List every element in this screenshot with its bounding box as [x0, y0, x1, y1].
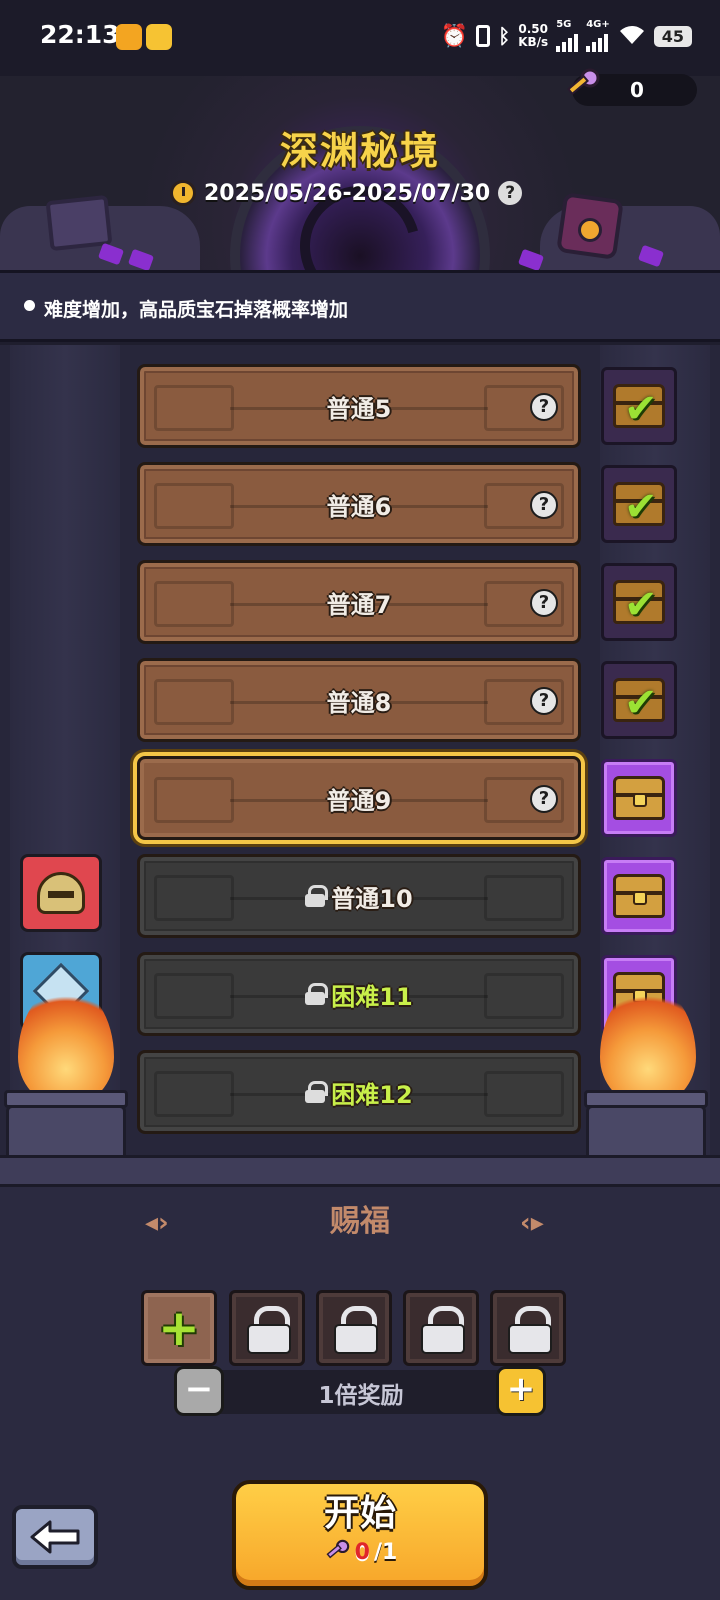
level-button-normal-9[interactable]: 普通9 ? — [137, 756, 581, 840]
multiplier-label: 1倍奖励 — [318, 1383, 404, 1409]
level-help-icon[interactable]: ? — [530, 589, 558, 617]
blessing-add-slot[interactable]: + — [141, 1290, 217, 1366]
level-label: 普通5 — [326, 394, 392, 423]
level-label: 困难12 — [331, 1080, 413, 1109]
chest-claimed-8[interactable]: ✔ — [601, 661, 677, 739]
net-speed: 0.50 KB/s — [518, 22, 549, 49]
level-help-icon[interactable]: ? — [530, 785, 558, 813]
chest-icon: ✔ — [613, 482, 665, 530]
treasure-chest-icon — [613, 874, 665, 918]
back-button[interactable] — [12, 1505, 98, 1569]
level-button-normal-8[interactable]: 普通8 ? — [137, 658, 581, 742]
level-label: 普通6 — [326, 492, 392, 521]
level-button-normal-5[interactable]: 普通5 ? — [137, 364, 581, 448]
checkmark-icon: ✔ — [624, 680, 658, 726]
level-help-icon[interactable]: ? — [530, 491, 558, 519]
page-title: 深渊秘境 — [279, 129, 440, 173]
key-need-count: /1 — [373, 1539, 398, 1565]
checkmark-icon: ✔ — [624, 484, 658, 530]
multiplier-decrease-button[interactable]: − — [174, 1366, 224, 1416]
mail-notification-icon — [146, 24, 172, 50]
blessing-title: 赐福 — [330, 1204, 390, 1239]
lock-icon — [421, 1306, 465, 1354]
status-indicators: ⏰ ᛒ 0.50 KB/s 5G 4G+ 45 — [441, 20, 692, 52]
chest-reward-9[interactable] — [601, 759, 677, 837]
signal-5g-icon: 5G — [556, 20, 579, 52]
chest-claimed-5[interactable]: ✔ — [601, 367, 677, 445]
event-date-range: 2025/05/26-2025/07/30 — [204, 180, 491, 206]
bluetooth-icon: ᛒ — [498, 24, 511, 48]
start-label: 开始 — [323, 1493, 396, 1534]
level-button-hard-11[interactable]: 困难11 — [137, 952, 581, 1036]
lock-icon — [247, 1306, 291, 1354]
keys-count: 0 — [630, 78, 644, 102]
blessing-locked-slot[interactable] — [316, 1290, 392, 1366]
notice-text: 难度增加，高品质宝石掉落概率增加 — [44, 299, 349, 321]
level-label: 普通10 — [331, 884, 413, 913]
plus-icon: + — [158, 1299, 200, 1357]
blessing-locked-slot[interactable] — [490, 1290, 566, 1366]
dungeon-key-icon — [567, 68, 600, 96]
level-button-normal-10[interactable]: 普通10 — [137, 854, 581, 938]
level-help-icon[interactable]: ? — [530, 687, 558, 715]
level-label: 普通9 — [326, 786, 392, 815]
checkmark-icon: ✔ — [624, 386, 658, 432]
level-button-hard-12[interactable]: 困难12 — [137, 1050, 581, 1134]
lock-icon — [508, 1306, 552, 1354]
reward-helmet-icon[interactable] — [20, 854, 102, 932]
app-notification-icon — [116, 24, 142, 50]
chest-icon: ✔ — [613, 384, 665, 432]
level-help-icon[interactable]: ? — [530, 393, 558, 421]
back-arrow-icon — [30, 1520, 80, 1554]
chest-reward-10[interactable] — [601, 857, 677, 935]
blessing-locked-slot[interactable] — [403, 1290, 479, 1366]
checkmark-icon: ✔ — [624, 582, 658, 628]
lock-icon — [305, 983, 329, 1005]
chest-claimed-7[interactable]: ✔ — [601, 563, 677, 641]
level-button-normal-7[interactable]: 普通7 ? — [137, 560, 581, 644]
level-label: 困难11 — [331, 982, 413, 1011]
chest-icon: ✔ — [613, 678, 665, 726]
treasure-chest-icon — [613, 776, 665, 820]
wifi-icon — [618, 24, 646, 49]
lock-icon — [305, 885, 329, 907]
helmet-icon — [37, 872, 85, 914]
timer-icon — [170, 180, 196, 206]
bullet-dot — [24, 300, 35, 311]
broken-tv-art — [45, 194, 113, 252]
event-help-button[interactable]: ? — [498, 181, 523, 205]
key-have-count: 0 — [354, 1539, 370, 1565]
stone-ledge — [0, 1155, 720, 1187]
lock-icon — [334, 1306, 378, 1354]
chest-icon: ✔ — [613, 580, 665, 628]
signal-4g-icon: 4G+ — [586, 20, 610, 52]
multiplier-increase-button[interactable]: + — [496, 1366, 546, 1416]
status-time: 22:13 — [40, 20, 120, 49]
vibrate-icon — [476, 25, 491, 47]
dungeon-key-icon — [326, 1539, 349, 1559]
level-button-normal-6[interactable]: 普通6 ? — [137, 462, 581, 546]
blessing-locked-slot[interactable] — [229, 1290, 305, 1366]
lock-icon — [305, 1081, 329, 1103]
alarm-icon: ⏰ — [440, 23, 469, 49]
level-label: 普通7 — [326, 590, 392, 619]
monster-eye — [578, 218, 602, 242]
battery-indicator: 45 — [653, 25, 692, 47]
chest-claimed-6[interactable]: ✔ — [601, 465, 677, 543]
level-label: 普通8 — [326, 688, 392, 717]
event-date-row: 2025/05/26-2025/07/30 ? — [170, 176, 550, 210]
start-cost: 0 /1 — [232, 1538, 488, 1566]
